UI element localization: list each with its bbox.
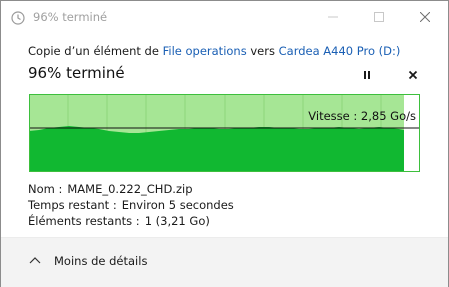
pause-button[interactable] — [357, 66, 377, 84]
title-bar[interactable]: 96% terminé — [1, 1, 448, 33]
progress-remaining-area — [404, 94, 420, 172]
file-name-row: Nom : MAME_0.222_CHD.zip — [28, 182, 193, 196]
chevron-up-icon — [29, 257, 41, 264]
window-title: 96% terminé — [33, 10, 108, 24]
time-remaining-label: Temps restant : — [28, 198, 117, 212]
source-link[interactable]: File operations — [163, 44, 247, 58]
progress-title: 96% terminé — [28, 64, 125, 82]
minimize-icon — [328, 16, 338, 18]
items-remaining-value: 1 (3,21 Go) — [144, 214, 210, 228]
destination-link[interactable]: Cardea A440 Pro (D:) — [279, 44, 401, 58]
close-icon — [420, 12, 430, 22]
copy-middle: vers — [250, 44, 275, 58]
dialog-footer: Moins de détails — [1, 237, 448, 287]
cancel-operation-button[interactable] — [403, 66, 423, 84]
minimize-button[interactable] — [310, 1, 356, 33]
speed-label: Vitesse : 2,85 Go/s — [308, 109, 416, 123]
items-remaining-label: Éléments restants : — [28, 214, 140, 228]
time-remaining-value: Environ 5 secondes — [121, 198, 234, 212]
copy-progress-dialog: 96% terminé Copie d’un élément de File o… — [0, 0, 449, 287]
pause-icon — [364, 71, 370, 79]
file-name-label: Nom : — [28, 182, 63, 196]
less-details-label: Moins de détails — [54, 254, 148, 268]
file-name-value: MAME_0.222_CHD.zip — [67, 182, 193, 196]
close-window-button[interactable] — [402, 1, 448, 33]
copy-clock-icon — [11, 10, 25, 25]
speed-history-area — [29, 126, 404, 172]
copy-description: Copie d’un élément de File operations ve… — [28, 44, 400, 58]
cancel-icon — [408, 70, 418, 80]
transfer-speed-graph: Vitesse : 2,85 Go/s — [29, 94, 420, 172]
speed-graph-canvas — [29, 94, 420, 172]
maximize-icon — [374, 12, 384, 22]
items-remaining-row: Éléments restants : 1 (3,21 Go) — [28, 214, 210, 228]
maximize-button[interactable] — [356, 1, 402, 33]
time-remaining-row: Temps restant : Environ 5 secondes — [28, 198, 234, 212]
copy-prefix: Copie d’un élément de — [28, 44, 159, 58]
